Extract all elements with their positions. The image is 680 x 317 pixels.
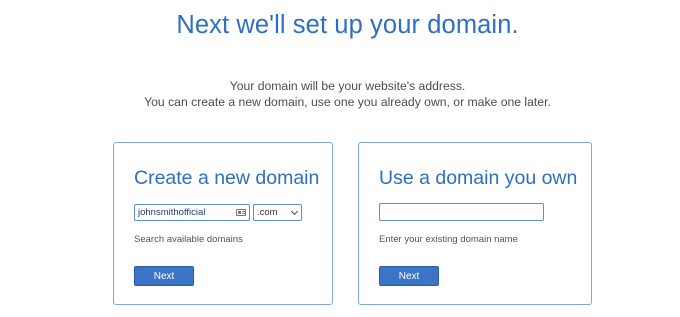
own-domain-card: Use a domain you own Enter your existing… [358,142,592,305]
search-domains-hint: Search available domains [134,234,243,245]
existing-domain-input[interactable] [379,203,544,221]
subtitle-line-1: Your domain will be your website's addre… [229,79,466,93]
new-domain-value: johnsmithofficial [138,207,206,218]
own-domain-next-button[interactable]: Next [379,266,439,286]
page-title: Next we'll set up your domain. [176,11,519,39]
create-domain-title: Create a new domain [134,167,320,189]
chevron-down-icon [290,207,299,215]
own-domain-title: Use a domain you own [379,167,578,189]
domain-setup-page: Next we'll set up your domain. Your doma… [0,0,680,317]
contact-card-icon[interactable] [236,209,246,216]
new-domain-input[interactable]: johnsmithofficial [134,204,250,221]
tld-select[interactable]: .com [253,204,302,221]
tld-selected-value: .com [257,207,278,218]
existing-domain-hint: Enter your existing domain name [379,234,518,245]
create-domain-next-button[interactable]: Next [134,266,194,286]
create-domain-card: Create a new domain johnsmithofficial .c… [113,142,333,305]
subtitle-line-2: You can create a new domain, use one you… [144,95,551,109]
